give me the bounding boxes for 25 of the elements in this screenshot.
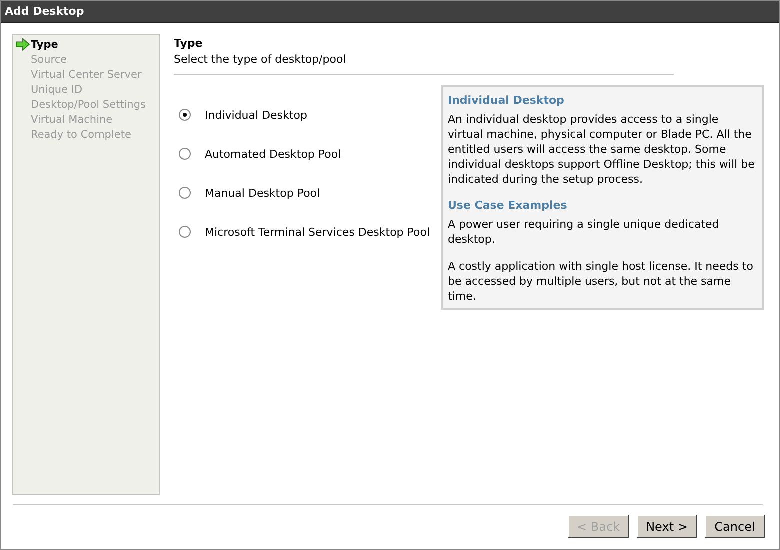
step-label: Virtual Machine: [31, 114, 113, 126]
step-label: Virtual Center Server: [31, 68, 142, 80]
radio-button[interactable]: [179, 109, 191, 121]
step-label: Type: [31, 38, 58, 50]
info-heading: Use Case Examples: [448, 199, 568, 212]
radio-button[interactable]: [179, 148, 191, 160]
step-label: Source: [31, 54, 68, 66]
page-title: Type: [174, 37, 204, 50]
info-text: An individual desktop provides access to a single virtual machine, physical computer or Blade PC. All the entitled users will access the same desktop. Some individual desktops support Offline Desktop; this will be indicated during the setup process.: [448, 112, 756, 187]
radio-button[interactable]: [179, 187, 191, 199]
option-label: Individual Desktop: [205, 108, 308, 122]
window-title: Add Desktop: [5, 5, 84, 18]
step-label: Desktop/Pool Settings: [31, 98, 146, 110]
step-label: Ready to Complete: [31, 128, 132, 140]
radio-button[interactable]: [179, 226, 191, 238]
wizard-button[interactable]: Cancel: [705, 515, 765, 538]
page-subtitle: Select the type of desktop/pool: [174, 53, 348, 66]
info-text: A costly application with single host license. It needs to be accessed by multiple users, but not at the same time.: [448, 259, 754, 304]
step-label: Unique ID: [31, 84, 83, 96]
wizard-button[interactable]: Next >: [637, 515, 697, 538]
info-heading: Individual Desktop: [448, 94, 566, 107]
option-label: Manual Desktop Pool: [205, 186, 320, 200]
option-label: Microsoft Terminal Services Desktop Pool: [205, 226, 430, 238]
info-text: A power user requiring a single unique dedicated desktop.: [448, 217, 720, 247]
option-label: Automated Desktop Pool: [205, 148, 342, 160]
